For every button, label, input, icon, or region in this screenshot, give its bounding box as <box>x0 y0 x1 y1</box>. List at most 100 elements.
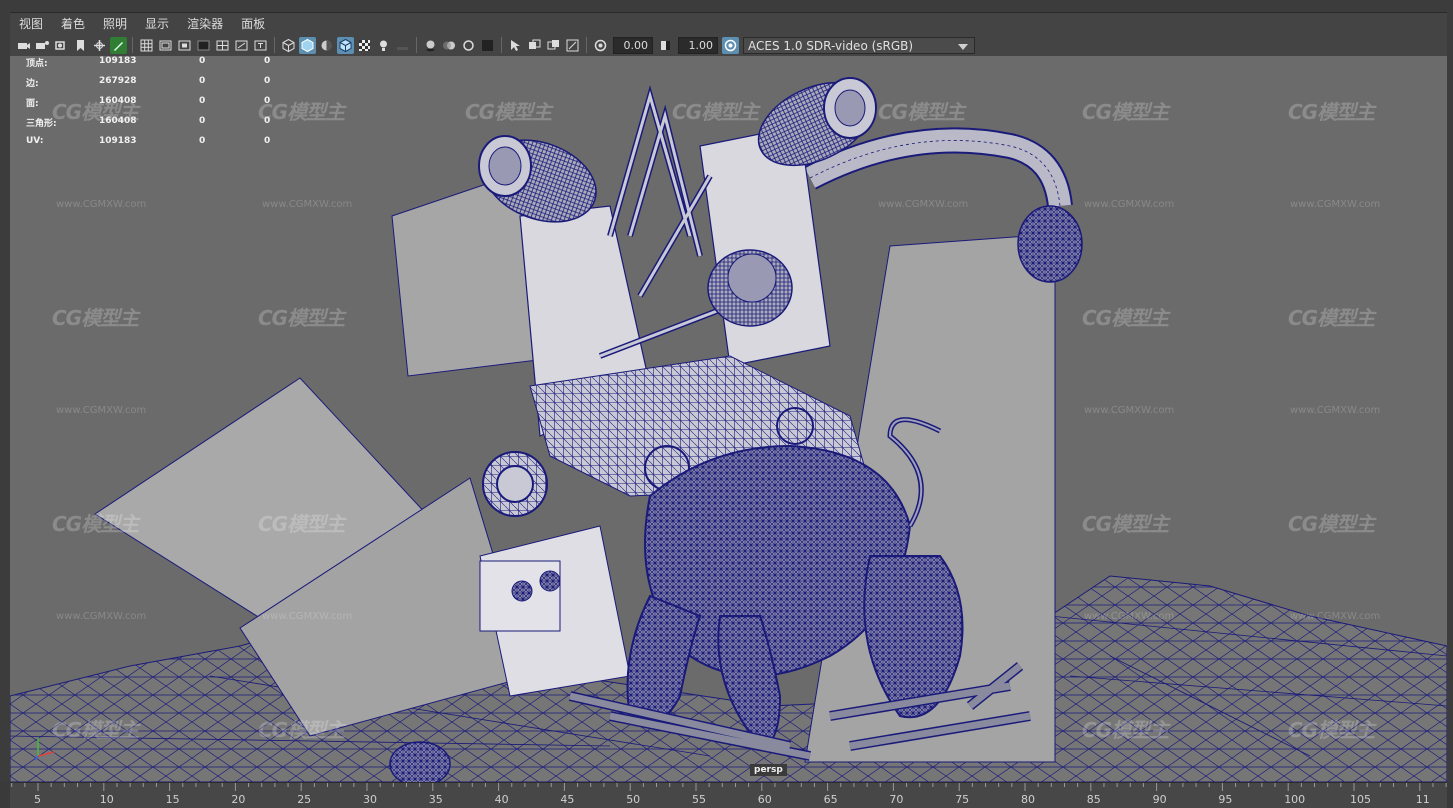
gate-mask-icon[interactable] <box>195 37 212 54</box>
hud-value: 160408 <box>99 96 137 106</box>
watermark-url: www.CGMXW.com <box>56 405 147 416</box>
view-transform-dropdown[interactable]: ACES 1.0 SDR-video (sRGB) <box>743 36 975 54</box>
hud-value: 160408 <box>99 116 137 126</box>
watermark: CG模型主 <box>52 306 139 330</box>
grease-pencil-icon[interactable] <box>110 36 127 54</box>
hud-label: 边: <box>26 79 39 89</box>
color-management-icon[interactable] <box>722 36 739 54</box>
axis-gizmo-icon <box>34 738 55 761</box>
panel-menubar: 视图 着色 照明 显示 渲染器 面板 <box>10 13 1447 34</box>
time-slider-tick-label: 40 <box>494 793 509 806</box>
safe-title-icon[interactable] <box>252 37 269 54</box>
time-slider-tick-label: 85 <box>1086 793 1101 806</box>
watermark: CG模型主 <box>1082 718 1169 742</box>
camera-attributes-icon[interactable] <box>34 37 51 54</box>
time-slider-tick-label: 75 <box>955 793 970 806</box>
3d-viewport[interactable]: CG模型主 CG模型主 CG模型主 CG模型主 CG模型主 CG模型主 CG模型… <box>10 56 1447 782</box>
watermark: CG模型主 <box>1082 512 1169 536</box>
time-slider-tick-label: 55 <box>692 793 706 806</box>
time-slider-tick-label: 5 <box>34 793 41 806</box>
watermark: CG模型主 <box>672 100 759 124</box>
menu-panels[interactable]: 面板 <box>232 15 274 32</box>
time-slider-tick-label: 80 <box>1021 793 1035 806</box>
hud-value: 0 <box>264 56 271 66</box>
menu-shading[interactable]: 着色 <box>52 15 94 32</box>
gamma-field[interactable]: 1.00 <box>678 36 718 54</box>
menu-show[interactable]: 显示 <box>136 15 178 32</box>
2d-pan-zoom-icon[interactable] <box>91 37 108 54</box>
hud-value: 0 <box>264 76 271 86</box>
time-slider-tick-label: 95 <box>1218 793 1233 806</box>
watermark: CG模型主 <box>1288 306 1375 330</box>
resolution-gate-icon[interactable] <box>176 37 193 54</box>
watermark: CG模型主 <box>1082 306 1169 330</box>
hud-value: 109183 <box>99 136 137 146</box>
gamma-icon[interactable] <box>657 37 674 54</box>
default-material-icon[interactable] <box>318 37 335 54</box>
wireframe-scene <box>10 77 1447 782</box>
wireframe-on-shaded-icon[interactable] <box>337 36 354 54</box>
watermark: CG模型主 <box>878 100 965 124</box>
menu-lighting[interactable]: 照明 <box>94 15 136 32</box>
safe-action-icon[interactable] <box>233 37 250 54</box>
xray-icon[interactable] <box>526 37 543 54</box>
smooth-shade-icon[interactable] <box>299 36 316 54</box>
time-slider-tick-label: 45 <box>560 793 575 806</box>
screen-space-ao-icon[interactable] <box>422 37 439 54</box>
view-transform-value: ACES 1.0 SDR-video (sRGB) <box>748 38 914 53</box>
hud-value: 109183 <box>99 56 137 66</box>
xray-joints-icon[interactable] <box>564 37 581 54</box>
menu-view[interactable]: 视图 <box>10 15 52 32</box>
time-slider[interactable]: 5 10 15 20 25 30 35 40 45 50 55 60 65 70 75 80 85 90 95 100… <box>10 782 1447 808</box>
time-slider-tick-label: 100 <box>1284 793 1306 806</box>
film-gate-icon[interactable] <box>157 37 174 54</box>
multisample-aa-icon[interactable] <box>460 37 477 54</box>
hud-label: UV: <box>26 136 44 146</box>
depth-of-field-icon[interactable] <box>479 37 496 54</box>
xray-active-components-icon[interactable] <box>545 37 562 54</box>
exposure-field[interactable]: 0.00 <box>613 36 653 54</box>
hud-value: 0 <box>264 116 271 126</box>
watermark: CG模型主 <box>258 718 345 742</box>
hud-value: 0 <box>199 116 206 126</box>
watermark: CG模型主 <box>1082 100 1169 124</box>
use-all-lights-icon[interactable] <box>375 37 392 54</box>
menu-renderer[interactable]: 渲染器 <box>178 15 232 32</box>
hanging-lamp <box>1017 205 1083 283</box>
hud-value: 0 <box>199 56 206 66</box>
time-slider-tick-label: 20 <box>231 793 246 806</box>
watermark-url: www.CGMXW.com <box>878 199 969 210</box>
motion-blur-icon[interactable] <box>441 37 458 54</box>
window-left-edge <box>0 12 10 782</box>
watermark: CG模型主 <box>52 512 139 536</box>
bookmarks-icon[interactable] <box>53 37 70 54</box>
time-slider-tick-label: 10 <box>99 793 114 806</box>
time-slider-tick-label: 60 <box>757 793 772 806</box>
wireframe-icon[interactable] <box>280 37 297 54</box>
watermark: CG模型主 <box>52 718 139 742</box>
hud-label: 面: <box>26 99 39 109</box>
exposure-icon[interactable] <box>592 37 609 54</box>
camera-name-label: persp <box>750 764 787 776</box>
watermark-url: www.CGMXW.com <box>1290 405 1381 416</box>
cylinder-lamp-center <box>707 249 793 327</box>
field-chart-icon[interactable] <box>214 37 231 54</box>
shadows-icon[interactable] <box>394 37 411 54</box>
gauge-right <box>776 407 814 445</box>
grid-icon[interactable] <box>138 37 155 54</box>
hud-label: 顶点: <box>26 59 48 69</box>
watermark-url: www.CGMXW.com <box>56 611 147 622</box>
time-slider-tick-label: 15 <box>165 793 180 806</box>
hud-value: 0 <box>199 96 206 106</box>
watermark: CG模型主 <box>1288 512 1375 536</box>
hud-value: 0 <box>199 76 206 86</box>
isolate-select-icon[interactable] <box>507 37 524 54</box>
hud-value: 0 <box>264 96 271 106</box>
time-slider-tick-label: 70 <box>889 793 904 806</box>
watermark: CG模型主 <box>1288 718 1375 742</box>
textured-icon[interactable] <box>356 37 373 54</box>
select-camera-icon[interactable] <box>15 37 32 54</box>
image-plane-icon[interactable] <box>72 37 89 54</box>
time-slider-tick-label: 50 <box>626 793 641 806</box>
time-slider-tick-label: 11 <box>1415 793 1430 806</box>
